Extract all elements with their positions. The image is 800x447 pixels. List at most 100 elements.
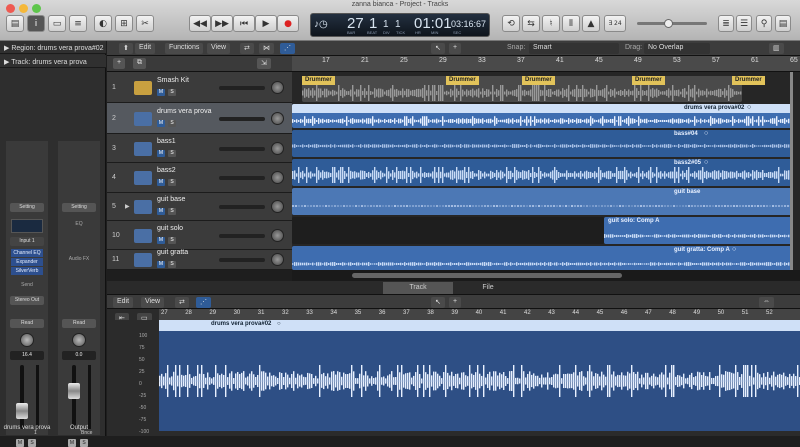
solo-button[interactable]: S	[28, 439, 36, 447]
region-drums-vera-prova[interactable]: drums vera prova#02 ○	[292, 104, 792, 128]
lcd-display[interactable]: ♪◷ 27 1 1 1 01:01 03:16:67 BAR BEAT DIV …	[310, 13, 490, 37]
up-arrow-icon[interactable]: ⬆	[119, 43, 133, 54]
info-icon[interactable]: i	[27, 15, 45, 32]
waveform-zoom-icon[interactable]: ▥	[769, 43, 784, 54]
volume-value[interactable]: 16.4	[10, 351, 44, 360]
track-name[interactable]: Smash Kit	[157, 77, 189, 84]
audio-fx-label[interactable]: Audio FX	[62, 256, 96, 262]
track-header[interactable]: 3 bass1 M S	[107, 134, 292, 163]
tab-file[interactable]: File	[453, 282, 523, 294]
volume-value[interactable]: 0.0	[62, 351, 96, 360]
eq-label[interactable]: EQ	[62, 221, 96, 227]
count-in-icon[interactable]: ▲	[582, 15, 600, 32]
pan-knob[interactable]	[20, 333, 34, 347]
secondary-tool-icon[interactable]: +	[449, 297, 462, 308]
pan-knob[interactable]	[271, 142, 284, 155]
pan-knob[interactable]	[271, 200, 284, 213]
track-inspector-header[interactable]: ▶ Track: drums vera prova	[0, 55, 106, 68]
editor-region-header[interactable]: drums vera prova#02 ○	[159, 320, 800, 331]
horizontal-scrollbar[interactable]	[292, 270, 800, 281]
snap-select[interactable]: Smart	[529, 43, 619, 54]
track-name[interactable]: guit solo	[157, 225, 183, 232]
track-name[interactable]: guit base	[157, 196, 185, 203]
mute-button[interactable]: M	[157, 150, 165, 157]
solo-button[interactable]: S	[168, 150, 176, 157]
track-header[interactable]: 1 Smash Kit M S	[107, 72, 292, 103]
automation-mode[interactable]: Read	[10, 319, 44, 328]
editor-view-menu[interactable]: View	[141, 297, 165, 308]
toolbar-icon[interactable]: ▭	[48, 15, 66, 32]
track-header[interactable]: 4 bass2 M S	[107, 163, 292, 193]
play-button[interactable]: ▶	[255, 15, 277, 32]
track-volume-slider[interactable]	[219, 117, 265, 121]
track-name[interactable]: bass1	[157, 138, 176, 145]
library-icon[interactable]: ▤	[6, 15, 24, 32]
drummer-region-label[interactable]: Drummer	[446, 76, 479, 85]
track-header[interactable]: 10 guit solo M S	[107, 221, 292, 250]
region-bass1[interactable]: bass#04 ○	[292, 130, 792, 157]
setting-button[interactable]: Setting	[10, 203, 44, 212]
plugin-slot[interactable]: Channel EQ	[11, 249, 43, 257]
mute-button[interactable]: M	[68, 439, 76, 447]
functions-menu[interactable]: Functions	[165, 43, 204, 54]
smart-controls-icon[interactable]: ◐	[94, 15, 112, 32]
track-header[interactable]: 2 drums vera prova M S	[107, 103, 292, 134]
region-bass2[interactable]: bass2#05 ○	[292, 159, 792, 186]
rewind-button[interactable]: ◀◀	[189, 15, 211, 32]
track-volume-slider[interactable]	[219, 147, 265, 151]
track-name[interactable]: bass2	[157, 167, 176, 174]
solo-button[interactable]: S	[168, 261, 176, 268]
mute-button[interactable]: M	[157, 237, 165, 244]
mute-button[interactable]: M	[157, 89, 165, 96]
cycle-icon[interactable]: ⟲	[502, 15, 520, 32]
editor-ruler[interactable]: 27 28 29 30 31 32 33 34 35 36 37 38 39 40 41 42 43 44 45 46…	[159, 309, 800, 320]
solo-button[interactable]: S	[168, 237, 176, 244]
secondary-tool-icon[interactable]: +	[449, 43, 462, 54]
tab-track[interactable]: Track	[383, 282, 453, 294]
track-volume-slider[interactable]	[219, 258, 265, 262]
plugin-slot[interactable]: Expander	[11, 258, 43, 266]
volume-fader-track[interactable]	[20, 365, 24, 429]
track-volume-slider[interactable]	[219, 234, 265, 238]
solo-button[interactable]: S	[168, 89, 176, 96]
forward-button[interactable]: ▶▶	[211, 15, 233, 32]
browser-icon[interactable]: ▤	[775, 15, 791, 32]
loop-browser-icon[interactable]: ⚲	[756, 15, 772, 32]
tuner-icon[interactable]: ♮	[542, 15, 560, 32]
mixer-icon[interactable]: ⊞	[115, 15, 133, 32]
track-filter-icon[interactable]: ⇲	[257, 58, 271, 69]
track-name[interactable]: drums vera prova	[157, 108, 211, 115]
list-editors-icon[interactable]: ☰	[736, 15, 752, 32]
arrange-area[interactable]: Drummer Drummer Drummer Drummer Drummer drum…	[292, 72, 800, 270]
pointer-tool-icon[interactable]: ↖	[431, 297, 445, 308]
solo-button[interactable]: S	[168, 208, 176, 215]
global-tracks-icon[interactable]: ⧉	[133, 58, 146, 69]
track-header[interactable]: 11 guit gratta M S	[107, 249, 292, 270]
record-button[interactable]: ●	[277, 15, 299, 32]
region-guit-base[interactable]: guit base	[292, 188, 792, 215]
eq-display[interactable]	[11, 219, 43, 233]
catch-icon[interactable]: ⇄	[175, 297, 189, 308]
drummer-region-label[interactable]: Drummer	[522, 76, 555, 85]
automation-mode[interactable]: Read	[62, 319, 96, 328]
pointer-tool-icon[interactable]: ↖	[431, 43, 445, 54]
track-name[interactable]: guit gratta	[157, 249, 188, 256]
notes-icon[interactable]: ≣	[718, 15, 734, 32]
setting-button[interactable]: Setting	[62, 203, 96, 212]
drummer-region-label[interactable]: Drummer	[632, 76, 665, 85]
region-guit-solo[interactable]: guit solo: Comp A	[604, 217, 792, 244]
flex-icon[interactable]: ⋰	[196, 297, 211, 308]
solo-button[interactable]: S	[168, 120, 176, 127]
flex-icon[interactable]: ⋈	[259, 43, 274, 54]
pan-knob[interactable]	[271, 253, 284, 266]
drummer-region-label[interactable]: Drummer	[732, 76, 765, 85]
volume-fader[interactable]	[16, 403, 28, 419]
go-to-start-button[interactable]: ⏮	[233, 15, 255, 32]
timeline-ruler[interactable]: 17 21 25 29 33 37 41 45 49 53 57 61 65	[292, 56, 800, 72]
drag-select[interactable]: No Overlap	[644, 43, 710, 54]
mute-button[interactable]: M	[157, 208, 165, 215]
editor-edit-menu[interactable]: Edit	[113, 297, 134, 308]
empty-lane[interactable]	[292, 217, 604, 244]
disclosure-triangle-icon[interactable]: ▶	[125, 203, 130, 210]
region-inspector-header[interactable]: ▶ Region: drums vera prova#02	[0, 41, 106, 54]
